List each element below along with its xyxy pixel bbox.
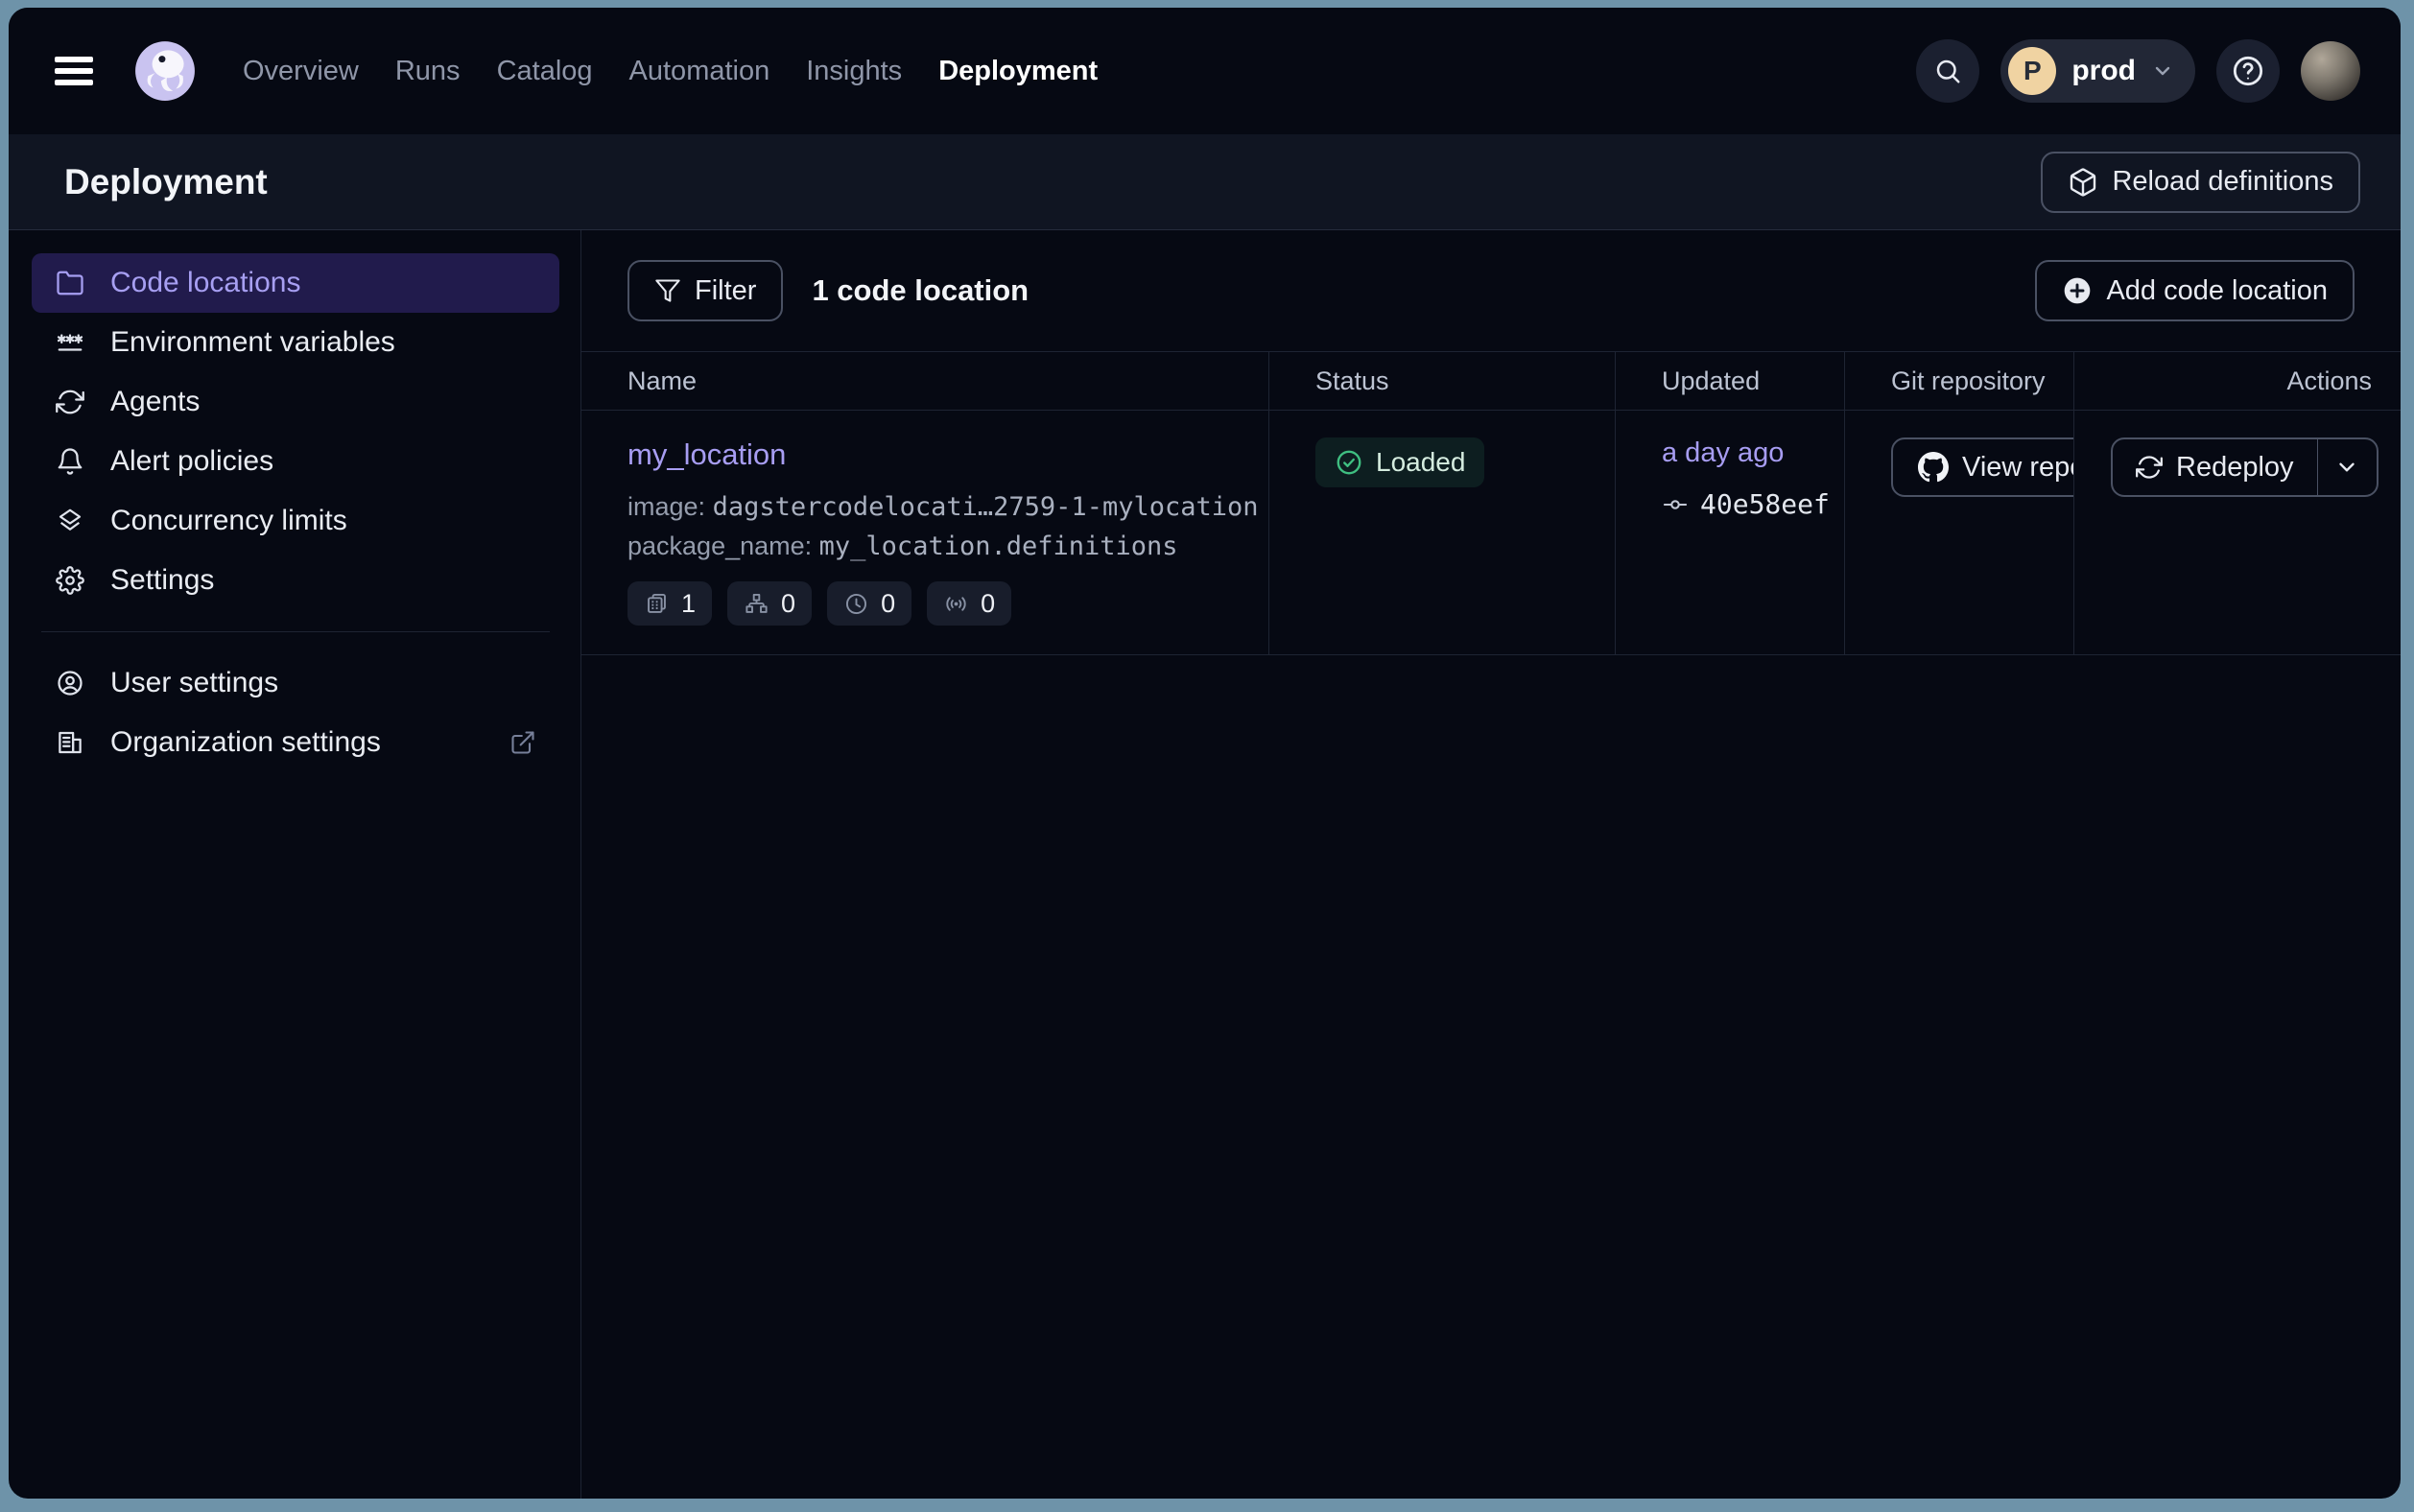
nav-deployment[interactable]: Deployment <box>938 56 1098 87</box>
column-header-git-repository: Git repository <box>1844 352 2073 410</box>
folder-icon <box>55 268 85 298</box>
schedules-count-badge: 0 <box>827 581 911 626</box>
person-icon <box>55 668 85 698</box>
nav-runs[interactable]: Runs <box>395 56 461 87</box>
cell-status: Loaded <box>1268 411 1615 654</box>
organization-icon <box>55 727 85 758</box>
app-window: Overview Runs Catalog Automation Insight… <box>9 8 2401 1499</box>
reload-definitions-icon <box>2068 167 2098 198</box>
chevron-down-icon <box>2151 59 2174 83</box>
redeploy-menu-button[interactable] <box>2317 439 2377 495</box>
external-link-icon <box>509 729 536 756</box>
gear-icon <box>55 565 85 596</box>
cell-name: my_location image: dagstercodelocati…275… <box>581 411 1268 654</box>
search-icon <box>1933 57 1962 85</box>
env-vars-icon <box>55 327 85 358</box>
deployment-name: prod <box>2071 55 2136 87</box>
help-icon <box>2229 52 2267 90</box>
page-title: Deployment <box>64 162 268 202</box>
table-row: my_location image: dagstercodelocati…275… <box>581 411 2401 655</box>
check-circle-icon <box>1335 448 1363 477</box>
view-repo-button[interactable]: View repo <box>1891 437 2073 497</box>
add-code-location-button[interactable]: Add code location <box>2035 260 2355 321</box>
redeploy-button[interactable]: Redeploy <box>2113 439 2317 495</box>
chevron-down-icon <box>2334 455 2359 480</box>
main-content: Filter 1 code location Add code location… <box>581 230 2401 1499</box>
package-line: package_name: my_location.definitions <box>627 527 1268 566</box>
schedule-icon <box>843 591 869 617</box>
graph-icon <box>744 591 769 617</box>
redeploy-split-button: Redeploy <box>2111 437 2378 497</box>
filter-button[interactable]: Filter <box>627 260 783 321</box>
app-body: Code locations Environment variables <box>9 230 2401 1499</box>
search-button[interactable] <box>1916 39 1979 103</box>
sidebar-item-label: Code locations <box>110 267 300 299</box>
sidebar: Code locations Environment variables <box>9 230 581 1499</box>
github-icon <box>1918 452 1949 483</box>
redeploy-icon <box>2136 454 2163 481</box>
cell-actions: Redeploy <box>2073 411 2401 654</box>
topnav-right: P prod <box>1916 39 2360 103</box>
commit-hash: 40e58eef <box>1700 488 1830 520</box>
layers-icon <box>55 506 85 536</box>
sidebar-item-label: Alert policies <box>110 445 273 478</box>
sidebar-item-label: Environment variables <box>110 326 395 359</box>
sidebar-item-label: Concurrency limits <box>110 505 347 537</box>
page-header: Deployment Reload definitions <box>9 134 2401 230</box>
updated-link[interactable]: a day ago <box>1662 437 1784 469</box>
sidebar-item-user-settings[interactable]: User settings <box>32 653 559 713</box>
nav-insights[interactable]: Insights <box>806 56 902 87</box>
nav-catalog[interactable]: Catalog <box>497 56 593 87</box>
sensor-icon <box>943 591 969 617</box>
jobs-count-badge: 1 <box>627 581 712 626</box>
cell-git-repository: View repo <box>1844 411 2073 654</box>
nav-overview[interactable]: Overview <box>243 56 359 87</box>
sidebar-item-label: User settings <box>110 667 278 699</box>
sidebar-item-concurrency-limits[interactable]: Concurrency limits <box>32 491 559 551</box>
graphs-count-badge: 0 <box>727 581 812 626</box>
commit-icon <box>1662 491 1689 518</box>
column-header-updated: Updated <box>1615 352 1844 410</box>
sidebar-item-label: Agents <box>110 386 200 418</box>
jobs-icon <box>644 591 670 617</box>
deployment-initial-badge: P <box>2008 47 2056 95</box>
deployment-switcher[interactable]: P prod <box>2000 39 2195 103</box>
dagster-logo[interactable] <box>133 39 197 103</box>
column-header-name: Name <box>581 352 1268 410</box>
commit-line: 40e58eef <box>1662 488 1844 520</box>
help-button[interactable] <box>2216 39 2280 103</box>
status-badge: Loaded <box>1315 437 1484 487</box>
sidebar-item-organization-settings[interactable]: Organization settings <box>32 713 559 772</box>
sidebar-item-environment-variables[interactable]: Environment variables <box>32 313 559 372</box>
image-line: image: dagstercodelocati…2759-1-mylocati… <box>627 487 1268 527</box>
sensors-count-badge: 0 <box>927 581 1011 626</box>
primary-nav: Overview Runs Catalog Automation Insight… <box>243 56 1098 87</box>
user-avatar[interactable] <box>2301 41 2360 101</box>
sidebar-item-settings[interactable]: Settings <box>32 551 559 610</box>
table-header: Name Status Updated Git repository Actio… <box>581 351 2401 411</box>
code-location-count: 1 code location <box>812 273 1029 308</box>
agents-icon <box>55 387 85 417</box>
toolbar: Filter 1 code location Add code location <box>581 230 2401 351</box>
nav-automation[interactable]: Automation <box>629 56 770 87</box>
sidebar-item-alert-policies[interactable]: Alert policies <box>32 432 559 491</box>
menu-icon[interactable] <box>55 57 93 85</box>
filter-icon <box>654 277 681 304</box>
column-header-actions: Actions <box>2073 352 2401 410</box>
definition-count-badges: 1 0 <box>627 581 1268 626</box>
top-nav: Overview Runs Catalog Automation Insight… <box>9 8 2401 134</box>
plus-circle-icon <box>2062 275 2093 306</box>
code-location-link[interactable]: my_location <box>627 437 786 472</box>
reload-definitions-button[interactable]: Reload definitions <box>2041 152 2360 213</box>
sidebar-item-agents[interactable]: Agents <box>32 372 559 432</box>
bell-icon <box>55 446 85 477</box>
sidebar-item-label: Organization settings <box>110 726 381 759</box>
sidebar-item-code-locations[interactable]: Code locations <box>32 253 559 313</box>
sidebar-item-label: Settings <box>110 564 214 597</box>
sidebar-divider <box>41 631 550 632</box>
column-header-status: Status <box>1268 352 1615 410</box>
cell-updated: a day ago 40e58eef <box>1615 411 1844 654</box>
